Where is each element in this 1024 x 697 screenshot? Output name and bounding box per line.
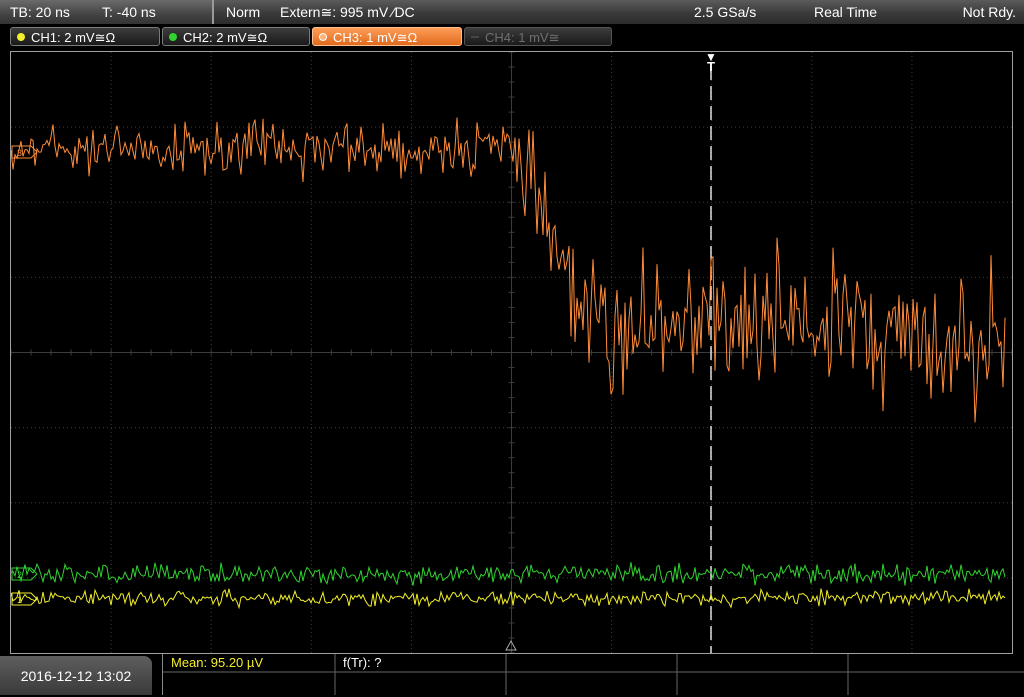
channel-4-label: CH4: 1 mV≅ (485, 30, 560, 45)
channel-2-trace (11, 562, 1006, 586)
channel-1-trace (11, 587, 1006, 610)
channel-4-tab[interactable]: CH4: 1 mV≅ (464, 27, 612, 46)
channel-2-tab[interactable]: CH2: 2 mV≅Ω (162, 27, 310, 46)
trigger-time-value[interactable]: T: -40 ns (102, 4, 156, 20)
channel-2-indicator-icon (169, 33, 177, 41)
channel-4-indicator-icon (471, 36, 479, 38)
measurement-grid (163, 654, 1024, 695)
sample-rate[interactable]: 2.5 GSa/s (694, 4, 756, 20)
timebase-value[interactable]: TB: 20 ns (10, 4, 70, 20)
channel-3-label: CH3: 1 mV≅Ω (333, 30, 418, 45)
acquisition-status: Not Rdy. (962, 4, 1016, 20)
rise-frequency-measurement: f(Tr): ? (343, 655, 382, 670)
trigger-marker[interactable]: ▼ T (703, 51, 719, 73)
status-bar: TB: 20 ns T: -40 ns Norm Extern≅: 995 mV… (0, 0, 1024, 24)
datetime-display[interactable]: 2016-12-12 13:02 (0, 656, 152, 695)
channel-2-ground-label: 2 (17, 570, 22, 580)
channel-1-label: CH1: 2 mV≅Ω (31, 30, 116, 45)
channel-1-ground-label: 1 (17, 595, 22, 605)
channel-2-label: CH2: 2 mV≅Ω (183, 30, 268, 45)
mean-measurement: Mean: 95.20 µV (171, 655, 264, 670)
channel-tabs: CH1: 2 mV≅Ω CH2: 2 mV≅Ω CH3: 1 mV≅Ω CH4:… (0, 24, 1024, 49)
trigger-source[interactable]: Extern≅: 995 mV ⁄DC (280, 4, 415, 21)
channel-3-indicator-icon (319, 33, 327, 41)
graticule (11, 52, 1012, 653)
trigger-mode[interactable]: Norm (226, 4, 260, 20)
channel-1-tab[interactable]: CH1: 2 mV≅Ω (10, 27, 160, 46)
channel-3-ground-label: 3 (17, 148, 22, 158)
channel-3-trace (11, 117, 1006, 423)
channel-3-tab[interactable]: CH3: 1 mV≅Ω (312, 27, 462, 46)
channel-1-indicator-icon (17, 33, 25, 41)
measurement-panel[interactable]: Mean: 95.20 µV f(Tr): ? (162, 654, 1024, 695)
waveform-plot[interactable]: 3 2 1 (11, 52, 1012, 653)
acquisition-mode[interactable]: Real Time (814, 4, 877, 20)
